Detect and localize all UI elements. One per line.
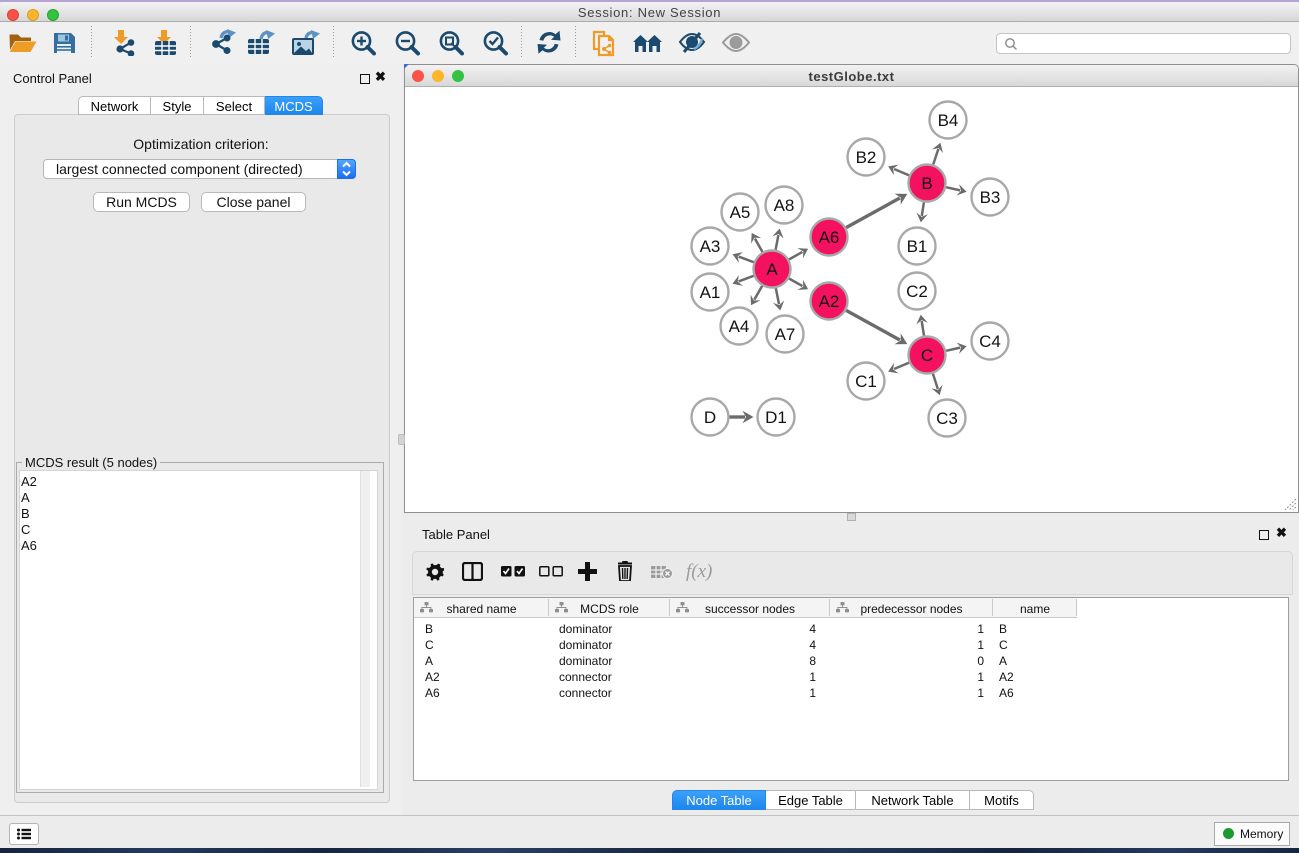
svg-text:A3: A3 [700, 237, 721, 256]
svg-text:A4: A4 [729, 317, 750, 336]
svg-text:D: D [704, 408, 716, 427]
svg-text:A5: A5 [730, 203, 751, 222]
svg-text:C4: C4 [979, 332, 1001, 351]
svg-text:B2: B2 [856, 148, 877, 167]
svg-text:A6: A6 [819, 228, 840, 247]
svg-text:C3: C3 [936, 409, 958, 428]
svg-text:A: A [766, 260, 778, 279]
svg-text:B3: B3 [980, 188, 1001, 207]
svg-text:A2: A2 [819, 292, 840, 311]
svg-text:C2: C2 [906, 282, 928, 301]
svg-text:D1: D1 [765, 408, 787, 427]
svg-text:A8: A8 [774, 196, 795, 215]
svg-text:B1: B1 [907, 237, 928, 256]
svg-text:B: B [921, 174, 932, 193]
svg-text:A1: A1 [700, 283, 721, 302]
svg-text:C1: C1 [855, 372, 877, 391]
svg-text:B4: B4 [938, 111, 959, 130]
svg-text:C: C [921, 346, 933, 365]
svg-text:A7: A7 [775, 325, 796, 344]
